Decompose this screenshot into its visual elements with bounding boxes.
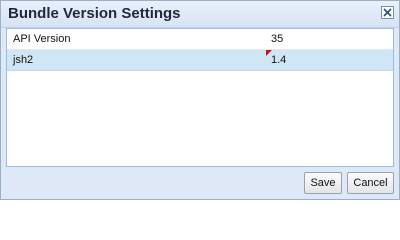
cancel-button[interactable]: Cancel — [347, 172, 394, 194]
bundle-version-grid: API Version 35 jsh2 1.4 — [6, 28, 394, 167]
save-button[interactable]: Save — [304, 172, 342, 194]
dialog-titlebar: Bundle Version Settings — [1, 1, 399, 28]
row-value-cell[interactable]: 35 — [271, 33, 283, 45]
dialog-footer: Save Cancel — [1, 167, 399, 199]
close-x-icon — [383, 8, 392, 17]
bundle-version-settings-dialog: Bundle Version Settings API Version 35 j… — [0, 0, 400, 200]
close-icon[interactable] — [381, 6, 394, 19]
table-row[interactable]: API Version 35 — [7, 29, 393, 50]
dialog-title: Bundle Version Settings — [8, 5, 181, 22]
row-name-cell: API Version — [13, 33, 71, 45]
table-row[interactable]: jsh2 1.4 — [7, 50, 393, 71]
row-name-cell: jsh2 — [13, 54, 34, 66]
row-value-cell[interactable]: 1.4 — [271, 54, 286, 66]
